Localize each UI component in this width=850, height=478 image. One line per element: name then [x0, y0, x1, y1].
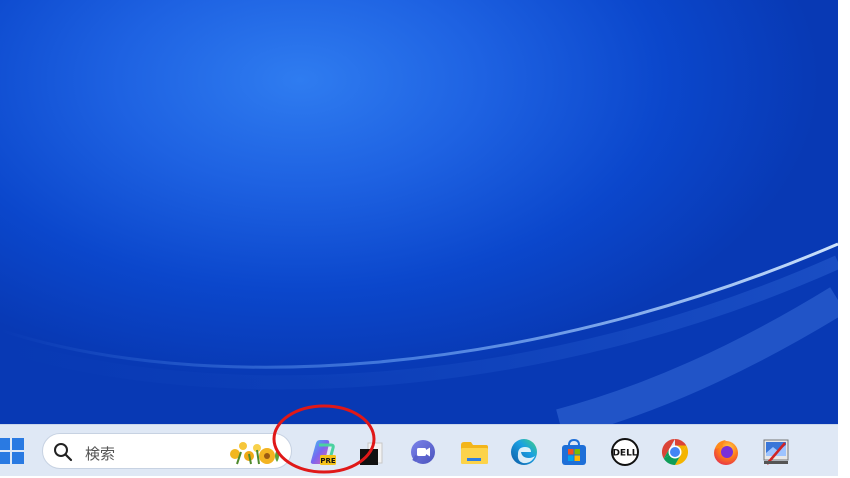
dell-icon[interactable]: DELL [610, 437, 640, 467]
teams-icon[interactable] [408, 437, 438, 467]
search-box[interactable]: 検索 [42, 433, 292, 469]
wallpaper-swoosh [0, 242, 838, 424]
chrome-icon[interactable] [660, 437, 690, 467]
microsoft-store-icon[interactable] [559, 437, 589, 467]
right-margin [838, 0, 850, 478]
search-highlight-flowers-icon [230, 442, 279, 465]
dell-label: DELL [612, 449, 637, 459]
taskbar: 検索 PRE DELL [0, 424, 838, 477]
desktop-wallpaper [0, 0, 838, 424]
snipping-tool-icon[interactable] [761, 437, 791, 467]
black-app-icon[interactable] [356, 437, 386, 467]
copilot-pre-badge: PRE [320, 457, 336, 465]
copilot-preview-icon[interactable]: PRE [307, 437, 337, 467]
edge-icon[interactable] [509, 437, 539, 467]
file-explorer-icon[interactable] [459, 437, 489, 467]
search-placeholder: 検索 [85, 445, 116, 463]
search-icon [54, 443, 73, 462]
firefox-icon[interactable] [711, 437, 741, 467]
start-icon[interactable] [0, 438, 25, 465]
